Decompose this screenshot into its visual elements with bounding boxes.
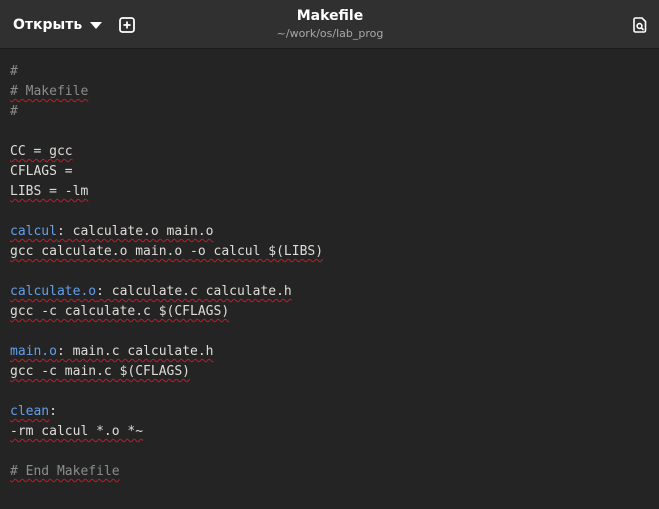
code-line: # End Makefile <box>10 464 120 479</box>
new-tab-button[interactable] <box>112 9 142 41</box>
code-line: gcc calculate.o main.o -o calcul $(LIBS) <box>10 244 324 259</box>
code-line: # Makefile <box>10 84 89 99</box>
code-line: gcc -c main.c $(CFLAGS) <box>10 364 191 379</box>
chevron-down-icon <box>90 22 103 29</box>
make-target: calculate.o <box>10 284 97 299</box>
make-target: main.o <box>10 344 57 359</box>
open-button-label: Открыть <box>13 17 83 33</box>
editor-text-area[interactable]: # # Makefile # CC = gcc CFLAGS = LIBS = … <box>0 49 659 509</box>
save-document-icon <box>633 17 647 33</box>
make-target: clean <box>10 404 50 419</box>
code-line: gcc -c calculate.c $(CFLAGS) <box>10 304 230 319</box>
code-line: CC = gcc <box>10 144 73 159</box>
make-target: calcul <box>10 224 57 239</box>
code-line: main.o: main.c calculate.h <box>10 344 214 359</box>
code-line: CFLAGS = <box>10 164 73 179</box>
title-block: Makefile ~/work/os/lab_prog <box>180 6 480 41</box>
new-tab-icon <box>119 17 135 33</box>
code-line: LIBS = -lm <box>10 184 89 199</box>
document-path: ~/work/os/lab_prog <box>276 27 384 40</box>
document-title: Makefile <box>296 8 364 24</box>
open-button[interactable]: Открыть <box>6 9 109 41</box>
text-editor-window: Открыть Makefile ~/work/os/lab_prog # # … <box>0 0 659 509</box>
save-button[interactable] <box>624 9 656 41</box>
code-line: calculate.o: calculate.c calculate.h <box>10 284 292 299</box>
code-line: calcul: calculate.o main.o <box>10 224 214 239</box>
code-line: # <box>10 64 18 79</box>
code-line: clean: <box>10 404 57 419</box>
code-line: -rm calcul *.o *~ <box>10 424 144 439</box>
header-bar: Открыть Makefile ~/work/os/lab_prog <box>0 0 659 49</box>
code-line: # <box>10 104 18 119</box>
